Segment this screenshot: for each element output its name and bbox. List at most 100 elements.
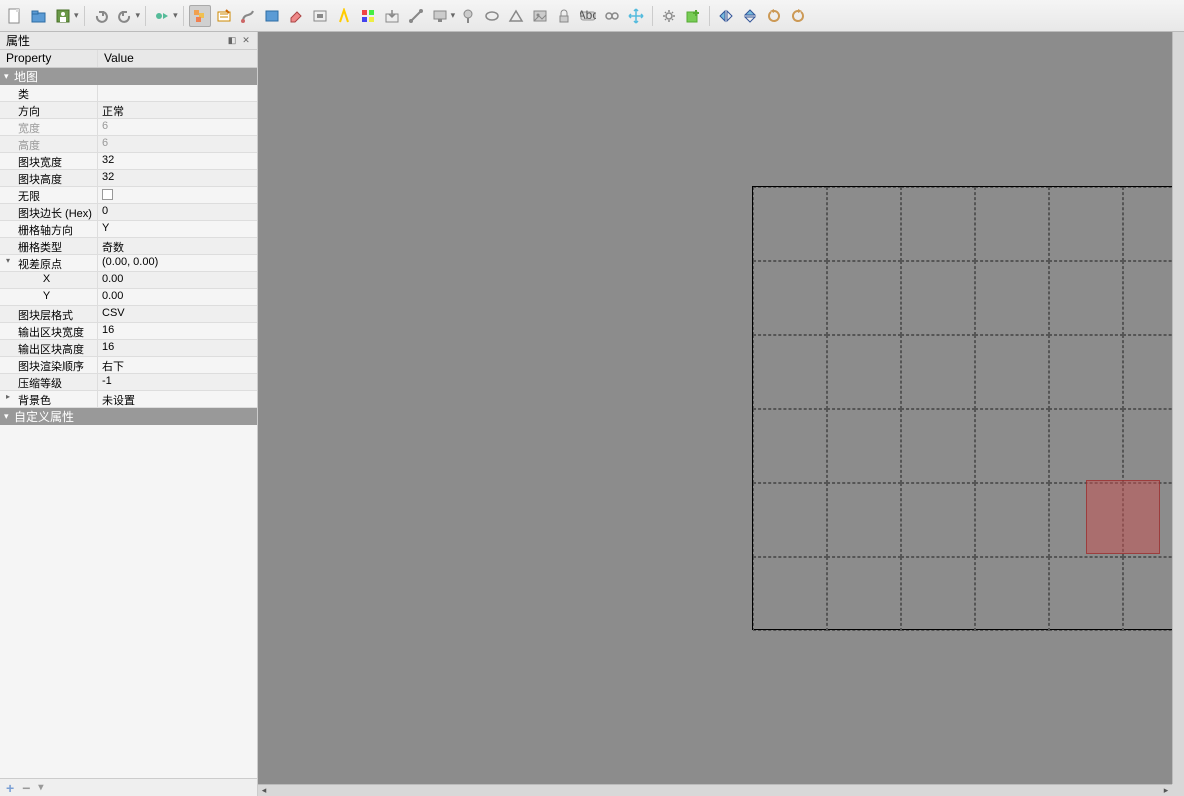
triangle-icon[interactable] — [505, 5, 527, 27]
tile-cell[interactable] — [1049, 409, 1123, 483]
tile-cell[interactable] — [753, 557, 827, 631]
tile-cell[interactable] — [827, 409, 901, 483]
gear-icon[interactable] — [658, 5, 680, 27]
lock-icon[interactable] — [553, 5, 575, 27]
property-row[interactable]: 无限 — [0, 187, 257, 204]
paint-icon[interactable] — [237, 5, 259, 27]
tile-cell[interactable] — [753, 409, 827, 483]
property-value[interactable] — [98, 187, 257, 203]
tile-cell[interactable] — [1049, 187, 1123, 261]
property-value[interactable]: CSV — [98, 306, 257, 322]
property-value[interactable]: 16 — [98, 323, 257, 339]
tile-cell[interactable] — [975, 409, 1049, 483]
property-value[interactable]: 0.00 — [98, 272, 257, 288]
tile-cell[interactable] — [1049, 261, 1123, 335]
property-row[interactable]: 图块宽度32 — [0, 153, 257, 170]
redo-icon[interactable] — [114, 5, 136, 27]
panel-close-icon[interactable]: ✕ — [241, 36, 251, 46]
tile-cell[interactable] — [1049, 335, 1123, 409]
save-doc-icon[interactable] — [52, 5, 74, 27]
property-value[interactable]: 0 — [98, 204, 257, 220]
tile-cell[interactable] — [901, 483, 975, 557]
tile-cell[interactable] — [901, 335, 975, 409]
property-menu-icon[interactable]: ▾ — [38, 782, 43, 793]
flip-h-icon[interactable] — [715, 5, 737, 27]
scroll-right-icon[interactable]: ▸ — [1160, 785, 1172, 796]
property-row[interactable]: 方向正常 — [0, 102, 257, 119]
property-row[interactable]: 图块边长 (Hex)0 — [0, 204, 257, 221]
fit-icon[interactable] — [309, 5, 331, 27]
tile-cell[interactable] — [901, 187, 975, 261]
property-value[interactable]: 6 — [98, 136, 257, 152]
property-value[interactable]: 未设置 — [98, 391, 257, 407]
property-value[interactable]: 32 — [98, 153, 257, 169]
property-value[interactable] — [98, 85, 257, 101]
rotate-ccw-icon[interactable] — [763, 5, 785, 27]
property-row[interactable]: Y0.00 — [0, 289, 257, 306]
highlight-icon[interactable] — [333, 5, 355, 27]
color-select-icon[interactable] — [357, 5, 379, 27]
tile-cell[interactable] — [975, 187, 1049, 261]
property-row[interactable]: 图块高度32 — [0, 170, 257, 187]
property-row[interactable]: 图块层格式CSV — [0, 306, 257, 323]
property-row[interactable]: 输出区块宽度16 — [0, 323, 257, 340]
edit-path-icon[interactable] — [405, 5, 427, 27]
redo-dropdown-icon[interactable]: ▾ — [136, 10, 141, 21]
tile-cell[interactable] — [827, 483, 901, 557]
property-row[interactable]: X0.00 — [0, 272, 257, 289]
image-icon[interactable] — [529, 5, 551, 27]
layers-icon[interactable] — [189, 5, 211, 27]
map-canvas[interactable]: ◂ ▸ — [258, 32, 1184, 796]
tile-cell[interactable] — [901, 557, 975, 631]
section-map[interactable]: ▾地图 — [0, 68, 257, 85]
tile-cell[interactable] — [975, 335, 1049, 409]
move-icon[interactable] — [625, 5, 647, 27]
pin-icon[interactable] — [457, 5, 479, 27]
property-row[interactable]: 图块渲染顺序右下 — [0, 357, 257, 374]
horizontal-scrollbar[interactable]: ◂ ▸ — [258, 784, 1172, 796]
tile-cell[interactable] — [827, 335, 901, 409]
tile-cell[interactable] — [975, 557, 1049, 631]
property-row[interactable]: 宽度6 — [0, 119, 257, 136]
property-value[interactable]: (0.00, 0.00) — [98, 255, 257, 271]
tile-cell[interactable] — [901, 409, 975, 483]
tile-cell[interactable] — [753, 483, 827, 557]
header-value[interactable]: Value — [98, 50, 257, 67]
header-property[interactable]: Property — [0, 50, 98, 67]
tile-cell[interactable] — [901, 261, 975, 335]
tile-cell[interactable] — [827, 187, 901, 261]
layer-add-icon[interactable] — [682, 5, 704, 27]
property-value[interactable]: 0.00 — [98, 289, 257, 305]
screen-icon[interactable] — [429, 5, 451, 27]
property-value[interactable]: 6 — [98, 119, 257, 135]
property-value[interactable]: 正常 — [98, 102, 257, 118]
section-custom[interactable]: ▾自定义属性 — [0, 408, 257, 425]
rotate-cw-icon[interactable] — [787, 5, 809, 27]
property-row[interactable]: 视差原点(0.00, 0.00) — [0, 255, 257, 272]
edit-rect-icon[interactable] — [213, 5, 235, 27]
property-value[interactable]: Y — [98, 221, 257, 237]
screen-dropdown-icon[interactable]: ▾ — [451, 10, 456, 21]
checkbox[interactable] — [102, 189, 113, 200]
tile-map-grid[interactable] — [752, 186, 1184, 630]
property-row[interactable]: 栅格类型奇数 — [0, 238, 257, 255]
tile-cell[interactable] — [975, 483, 1049, 557]
undo-icon[interactable] — [90, 5, 112, 27]
property-value[interactable]: 32 — [98, 170, 257, 186]
property-row[interactable]: 类 — [0, 85, 257, 102]
vertical-scrollbar[interactable] — [1172, 32, 1184, 784]
property-value[interactable]: 16 — [98, 340, 257, 356]
property-value[interactable]: 右下 — [98, 357, 257, 373]
scroll-left-icon[interactable]: ◂ — [258, 785, 270, 796]
tileset-preview[interactable] — [1086, 480, 1160, 554]
run-dropdown-icon[interactable]: ▾ — [173, 10, 178, 21]
tile-cell[interactable] — [827, 557, 901, 631]
open-doc-icon[interactable] — [28, 5, 50, 27]
property-value[interactable]: -1 — [98, 374, 257, 390]
tile-cell[interactable] — [1049, 557, 1123, 631]
eraser-icon[interactable] — [285, 5, 307, 27]
property-value[interactable]: 奇数 — [98, 238, 257, 254]
tile-cell[interactable] — [753, 335, 827, 409]
tile-cell[interactable] — [753, 187, 827, 261]
tile-cell[interactable] — [827, 261, 901, 335]
